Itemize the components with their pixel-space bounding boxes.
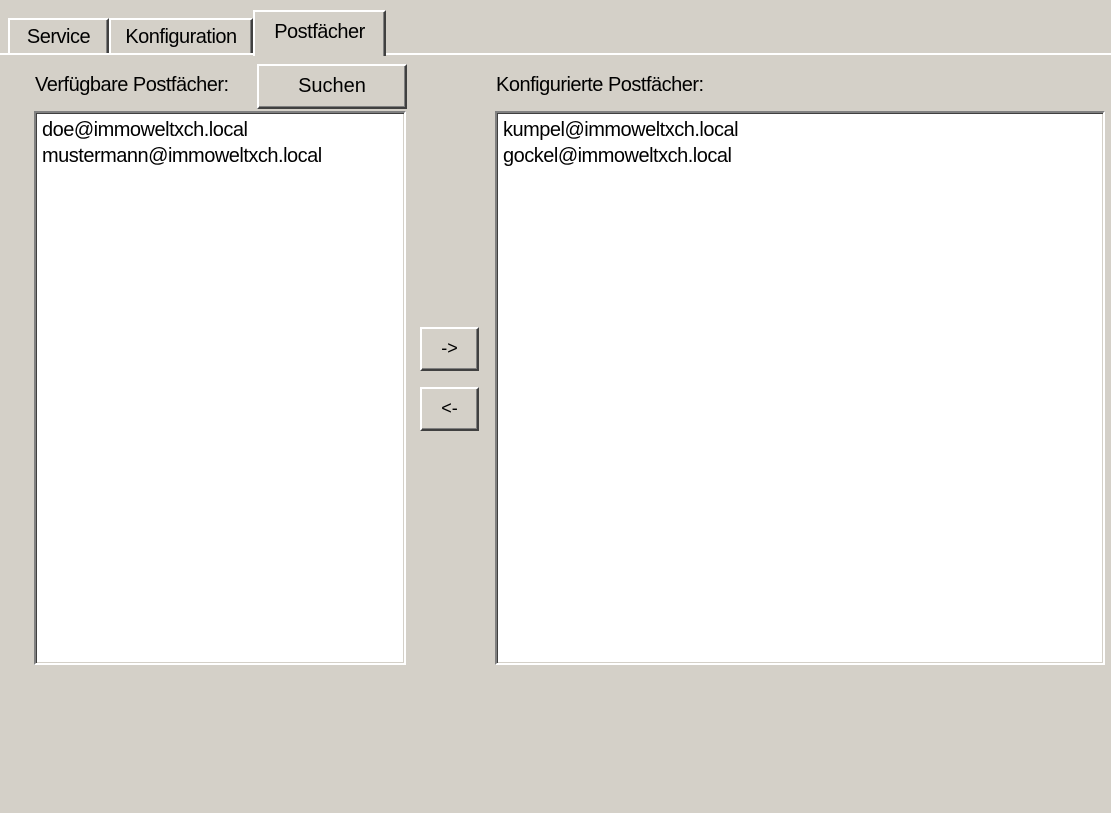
tab-konfiguration[interactable]: Konfiguration bbox=[109, 18, 253, 53]
list-item[interactable]: gockel@immoweltxch.local bbox=[503, 143, 1097, 169]
move-left-button[interactable]: <- bbox=[420, 387, 479, 431]
search-button[interactable]: Suchen bbox=[257, 64, 407, 109]
available-mailboxes-label: Verfügbare Postfächer: bbox=[35, 74, 229, 96]
tab-panel-border bbox=[0, 53, 1111, 55]
tab-postfaecher[interactable]: Postfächer bbox=[253, 10, 386, 56]
move-right-button[interactable]: -> bbox=[420, 327, 479, 371]
tab-strip: Service Konfiguration Postfächer bbox=[0, 0, 1111, 56]
configured-mailboxes-list[interactable]: kumpel@immoweltxch.local gockel@immowelt… bbox=[495, 111, 1105, 665]
available-mailboxes-list[interactable]: doe@immoweltxch.local mustermann@immowel… bbox=[34, 111, 406, 665]
list-item[interactable]: mustermann@immoweltxch.local bbox=[42, 143, 398, 169]
configured-mailboxes-label: Konfigurierte Postfächer: bbox=[496, 74, 704, 96]
tab-service[interactable]: Service bbox=[8, 18, 109, 53]
list-item[interactable]: doe@immoweltxch.local bbox=[42, 117, 398, 143]
list-item[interactable]: kumpel@immoweltxch.local bbox=[503, 117, 1097, 143]
